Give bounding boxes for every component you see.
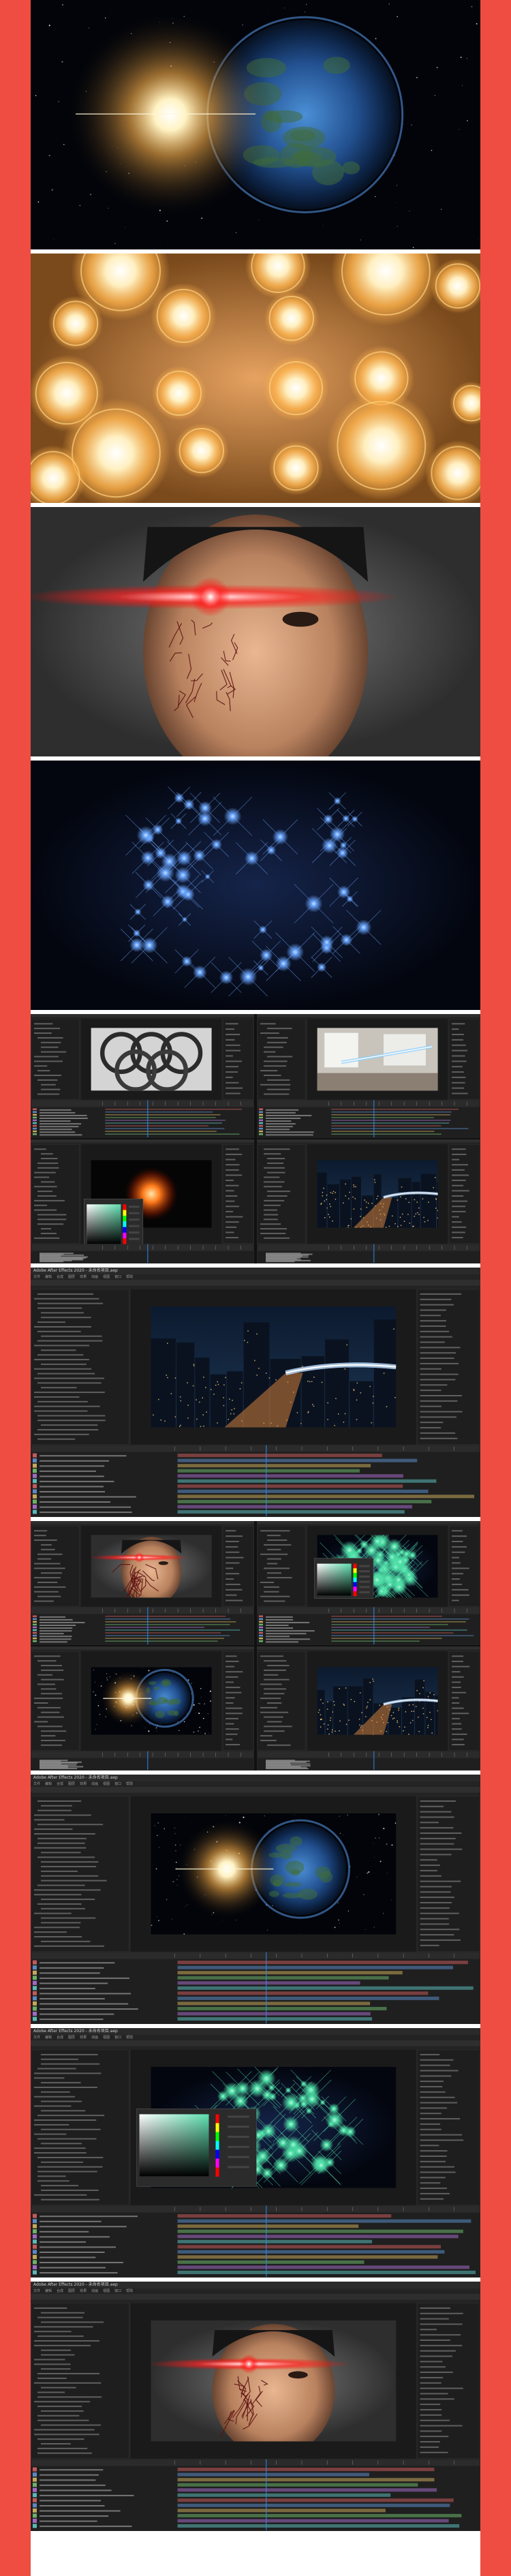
menu-item[interactable]: 合成 (57, 1782, 63, 1786)
window-title: Adobe After Effects 2020 - 未命名项目.aep (31, 1268, 480, 1274)
menu-item[interactable]: 编辑 (45, 1275, 52, 1279)
menu-item[interactable]: 窗口 (114, 2289, 121, 2293)
after-effects-collage-4up (31, 1014, 480, 1263)
bokeh-scene (31, 254, 480, 503)
boy-laser-eye-render (31, 507, 480, 756)
menu-item[interactable]: 图层 (68, 2289, 75, 2293)
window-title: Adobe After Effects 2020 - 未命名项目.aep (31, 2282, 480, 2288)
menu-item[interactable]: 图层 (68, 1782, 75, 1786)
composition-viewer (317, 1160, 438, 1228)
composition-viewer (151, 1306, 397, 1428)
face-scene (31, 507, 480, 756)
blue-star-particles-render (31, 761, 480, 1010)
after-effects-collage-mixed (31, 1521, 480, 1770)
menu-item[interactable]: 效果 (80, 1275, 87, 1279)
star-scene (31, 761, 480, 1010)
composition-viewer (151, 1813, 397, 1935)
menu-item[interactable]: 文件 (33, 1782, 40, 1786)
composition-viewer (91, 1028, 212, 1091)
menu-item[interactable]: 合成 (57, 2289, 63, 2293)
window-title: Adobe After Effects 2020 - 未命名项目.aep (31, 1775, 480, 1781)
menu-item[interactable]: 文件 (33, 2036, 40, 2040)
image-column: Adobe After Effects 2020 - 未命名项目.aep 文件 编辑… (31, 0, 480, 2576)
composition-viewer (91, 1667, 212, 1735)
menu-item[interactable]: 编辑 (45, 2036, 52, 2040)
menu-item[interactable]: 编辑 (45, 1782, 52, 1786)
menu-item[interactable]: 帮助 (126, 2036, 133, 2040)
menu-item[interactable]: 效果 (80, 2036, 87, 2040)
menu-item[interactable]: 帮助 (126, 1782, 133, 1786)
menu-item[interactable]: 图层 (68, 1275, 75, 1279)
menu-item[interactable]: 视图 (103, 2036, 110, 2040)
menu-item[interactable]: 合成 (57, 2036, 63, 2040)
menu-item[interactable]: 文件 (33, 1275, 40, 1279)
menu-item[interactable]: 动画 (91, 2036, 98, 2040)
menu-item[interactable]: 图层 (68, 2036, 75, 2040)
menu-bar: 文件 编辑 合成 图层 效果 动画 视图 窗口 帮助 (31, 1274, 480, 1280)
composition-viewer (91, 1535, 212, 1598)
golden-bokeh-orbs-render (31, 254, 480, 503)
earth-sunrise-render (31, 0, 480, 249)
menu-item[interactable]: 编辑 (45, 2289, 52, 2293)
window-title: Adobe After Effects 2020 - 未命名项目.aep (31, 2028, 480, 2035)
menu-bar: 文件 编辑 合成 图层 效果 动画 视图 窗口 帮助 (31, 2035, 480, 2040)
menu-item[interactable]: 视图 (103, 1782, 110, 1786)
composition-viewer (317, 1028, 438, 1091)
menu-item[interactable]: 文件 (33, 2289, 40, 2293)
after-effects-earth-project: Adobe After Effects 2020 - 未命名项目.aep 文件 编辑… (31, 1775, 480, 2024)
menu-item[interactable]: 效果 (80, 2289, 87, 2293)
menu-item[interactable]: 动画 (91, 2289, 98, 2293)
menu-item[interactable]: 合成 (57, 1275, 63, 1279)
menu-item[interactable]: 效果 (80, 1782, 87, 1786)
menu-bar: 文件 编辑 合成 图层 效果 动画 视图 窗口 帮助 (31, 2288, 480, 2294)
menu-item[interactable]: 视图 (103, 1275, 110, 1279)
menu-item[interactable]: 帮助 (126, 2289, 133, 2293)
after-effects-green-particles-project: Adobe After Effects 2020 - 未命名项目.aep 文件 编辑… (31, 2028, 480, 2278)
menu-item[interactable]: 动画 (91, 1782, 98, 1786)
menu-item[interactable]: 动画 (91, 1275, 98, 1279)
composition-viewer (151, 2320, 397, 2442)
composition-viewer (317, 1667, 438, 1735)
menu-item[interactable]: 帮助 (126, 1275, 133, 1279)
menu-item[interactable]: 窗口 (114, 1275, 121, 1279)
earth-scene (31, 0, 480, 249)
menu-item[interactable]: 视图 (103, 2289, 110, 2293)
after-effects-laser-eye-project: Adobe After Effects 2020 - 未命名项目.aep 文件 编辑… (31, 2282, 480, 2531)
menu-item[interactable]: 窗口 (114, 2036, 121, 2040)
menu-item[interactable]: 窗口 (114, 1782, 121, 1786)
after-effects-city-laser-project: Adobe After Effects 2020 - 未命名项目.aep 文件 编辑… (31, 1268, 480, 1517)
menu-bar: 文件 编辑 合成 图层 效果 动画 视图 窗口 帮助 (31, 1781, 480, 1787)
